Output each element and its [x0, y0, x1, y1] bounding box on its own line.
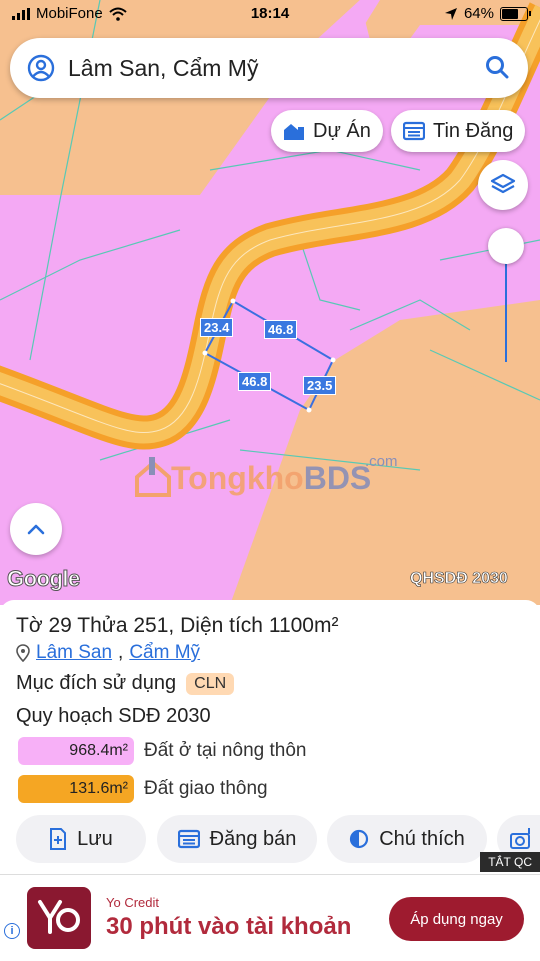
legend-swatch: 131.6m²	[18, 775, 134, 803]
ad-info-icon[interactable]: i	[4, 923, 20, 939]
legend-row-road: 131.6m² Đất giao thông	[18, 775, 268, 803]
legend-swatch: 968.4m²	[18, 737, 134, 765]
parcel-info-sheet: Tờ 29 Thửa 251, Diện tích 1100m² Lâm San…	[0, 600, 540, 870]
action-bar: Lưu Đăng bán Chú thích	[0, 815, 540, 863]
location-pin-icon	[16, 644, 30, 662]
listing-icon	[403, 121, 425, 141]
district-link[interactable]: Cẩm Mỹ	[129, 642, 200, 664]
legend-row-residential: 968.4m² Đất ở tại nông thôn	[18, 737, 306, 765]
save-label: Lưu	[77, 827, 113, 850]
listing-icon	[177, 829, 200, 849]
location-arrow-icon	[444, 7, 457, 20]
watermark: Tongkho BDS .com	[135, 453, 398, 497]
post-sale-button[interactable]: Đăng bán	[157, 815, 317, 863]
half-circle-icon	[350, 829, 369, 849]
listings-chip[interactable]: Tin Đăng	[391, 110, 526, 152]
search-text[interactable]: Lâm San, Cẩm Mỹ	[68, 55, 258, 82]
sheet-number: 29	[48, 614, 72, 637]
layers-icon	[490, 173, 516, 194]
land-use-row: Mục đích sử dụng CLN	[16, 672, 235, 695]
legend-label: Đất giao thông	[144, 778, 268, 799]
ad-cta-button[interactable]: Áp dụng ngay	[389, 897, 524, 941]
plot-label: Thửa	[77, 614, 128, 637]
opacity-slider-handle[interactable]	[488, 228, 524, 264]
legend-label-button: Chú thích	[379, 827, 465, 850]
projects-chip[interactable]: Dự Án	[271, 110, 383, 152]
status-bar: MobiFone 18:14 64%	[0, 0, 540, 30]
yo-credit-logo	[27, 887, 91, 949]
google-logo: Google	[7, 566, 81, 592]
legend-label: Đất ở tại nông thôn	[144, 740, 307, 761]
search-bar[interactable]: Lâm San, Cẩm Mỹ	[10, 38, 528, 98]
dimension-top-label: 46.8	[264, 320, 298, 339]
parcel-title: Tờ 29 Thửa 251, Diện tích 1100m²	[16, 614, 339, 637]
dimension-bottom-label: 46.8	[238, 372, 272, 391]
hide-ad-button[interactable]: TẮT QC	[480, 852, 540, 872]
status-right: 64%	[444, 5, 531, 22]
search-icon[interactable]	[484, 54, 510, 80]
save-button[interactable]: Lưu	[16, 815, 146, 863]
post-sale-label: Đăng bán	[209, 827, 297, 850]
area-label: Diện tích	[180, 614, 263, 637]
expand-up-button[interactable]	[10, 503, 62, 555]
commune-link[interactable]: Lâm San	[36, 642, 112, 664]
add-file-icon	[50, 828, 67, 850]
layers-button[interactable]	[478, 160, 528, 210]
house-logo-icon	[135, 457, 171, 497]
yo-credit-logo-icon	[38, 900, 80, 934]
plan-label: Quy hoạch SDĐ 2030	[16, 705, 211, 727]
area-value: 1100m²	[268, 614, 339, 637]
building-icon	[284, 124, 304, 140]
listings-chip-label: Tin Đăng	[433, 119, 514, 142]
battery-percent: 64%	[463, 5, 494, 22]
watermark-part2: BDS	[303, 460, 372, 496]
ad-banner[interactable]: i Yo Credit 30 phút vào tài khoản Áp dụn…	[0, 874, 540, 961]
user-icon[interactable]	[26, 53, 56, 83]
watermark-suffix: .com	[365, 453, 398, 470]
add-photo-icon	[510, 828, 530, 849]
ad-headline: 30 phút vào tài khoản	[106, 913, 352, 940]
map-layer-label: QHSDĐ 2030	[410, 570, 508, 588]
projects-chip-label: Dự Án	[313, 119, 371, 142]
dimension-right-label: 23.5	[303, 376, 337, 395]
battery-icon	[500, 6, 531, 21]
legend-button[interactable]: Chú thích	[327, 815, 487, 863]
land-use-badge: CLN	[186, 672, 235, 695]
sheet-label: Tờ	[16, 614, 43, 637]
land-use-label: Mục đích sử dụng	[16, 672, 177, 694]
ad-brand: Yo Credit	[106, 895, 159, 910]
watermark-part1: Tongkho	[171, 460, 304, 496]
plot-number: 251	[133, 614, 169, 637]
chevron-up-icon	[27, 524, 45, 535]
parcel-location: Lâm San, Cẩm Mỹ	[16, 642, 200, 664]
opacity-slider-track[interactable]	[505, 262, 507, 362]
dimension-left-label: 23.4	[200, 318, 234, 337]
